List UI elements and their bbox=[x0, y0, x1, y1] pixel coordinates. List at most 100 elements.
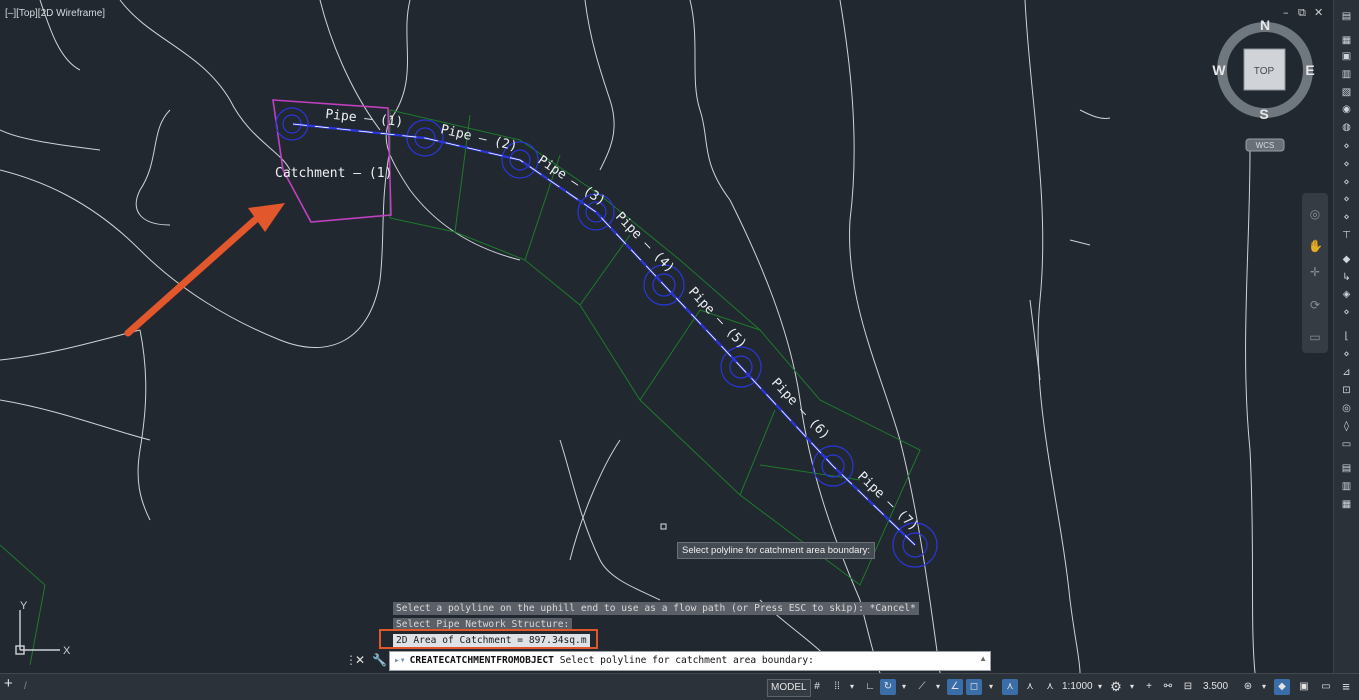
polar-icon[interactable]: ↻ bbox=[880, 679, 896, 695]
tool-icon[interactable]: ◈ bbox=[1340, 288, 1353, 301]
command-line[interactable]: ⋮ ✕ 🔧 ▸▾ CREATECATCHMENTFROMOBJECT Select… bbox=[345, 651, 991, 671]
steering-wheel-icon[interactable]: ◎ bbox=[1308, 207, 1322, 221]
lineweight-value[interactable]: 3.500 bbox=[1203, 679, 1228, 695]
add-icon[interactable]: + bbox=[1141, 679, 1157, 695]
tool-icon[interactable]: ⊡ bbox=[1340, 384, 1353, 397]
lineweight-icon[interactable]: ⊟ bbox=[1180, 679, 1196, 695]
ortho-icon[interactable]: ∟ bbox=[863, 679, 877, 695]
chevron-down-icon[interactable]: ▾ bbox=[847, 679, 857, 695]
annotation-scale-value[interactable]: 1:1000 bbox=[1062, 679, 1093, 695]
highlight-box bbox=[379, 629, 598, 649]
close-command-icon[interactable]: ✕ bbox=[355, 653, 365, 667]
close-icon[interactable]: ✕ bbox=[1314, 6, 1323, 19]
osnap-icon[interactable]: ◻ bbox=[966, 679, 982, 695]
status-bar: + / MODEL # ⁞⁞ ▾ ∟ ↻ ▾ ⟋ ▾ ∠ ◻ ▾ ⋏ ⋏ ⋏ 1… bbox=[0, 673, 1359, 700]
tool-icon[interactable]: ▧ bbox=[1340, 86, 1353, 99]
active-command-name: CREATECATCHMENTFROMOBJECT bbox=[409, 655, 554, 666]
history-toggle-icon[interactable]: ▲ bbox=[979, 654, 987, 663]
command-input[interactable]: ▸▾ CREATECATCHMENTFROMOBJECT Select polyl… bbox=[389, 651, 991, 671]
tool-icon[interactable]: ▭ bbox=[1340, 438, 1353, 451]
annotation-scale-icon[interactable]: ⋏ bbox=[1042, 679, 1058, 695]
clean-screen-icon[interactable]: ▭ bbox=[1318, 679, 1334, 695]
tool-icon[interactable]: ⋄ bbox=[1340, 348, 1353, 361]
chevron-down-icon[interactable]: ▾ bbox=[1095, 679, 1105, 695]
catchment-label: Catchment – (1) bbox=[275, 166, 392, 181]
viewcube-face-label: TOP bbox=[1254, 66, 1275, 77]
pipe-label-6: Pipe – (6) bbox=[768, 375, 832, 442]
drawing-canvas[interactable]: Pipe – (1) Pipe – (2) Pipe – (3) Pipe – … bbox=[0, 0, 1333, 673]
tool-icon[interactable]: ⌊ bbox=[1340, 330, 1353, 343]
snap-icon[interactable]: ⁞⁞ bbox=[830, 679, 844, 695]
grid-icon[interactable]: # bbox=[810, 679, 824, 695]
chevron-down-icon[interactable]: ▾ bbox=[1127, 679, 1137, 695]
contour-lines bbox=[0, 0, 1256, 673]
object-snap-tracking-icon[interactable]: ∠ bbox=[947, 679, 963, 695]
pipe-label-4: Pipe – (4) bbox=[612, 209, 677, 276]
workspace-icon[interactable]: ⊛ bbox=[1240, 679, 1256, 695]
right-tool-palette[interactable]: ▤ ▦ ▣ ▥ ▧ ◉ ◍ ⋄ ⋄ ⋄ ⋄ ⋄ ⊤ ◆ ↳ ◈ ⋄ ⌊ ⋄ ⊿ … bbox=[1333, 0, 1359, 673]
tool-icon[interactable]: ▤ bbox=[1340, 462, 1353, 475]
gear-icon[interactable]: ⚙ bbox=[1108, 679, 1124, 695]
drawing-viewport[interactable]: Pipe – (1) Pipe – (2) Pipe – (3) Pipe – … bbox=[0, 0, 1333, 673]
autoscale-icon[interactable]: ⋏ bbox=[1022, 679, 1038, 695]
tool-icon[interactable]: ⋄ bbox=[1340, 211, 1353, 224]
viewcube[interactable]: TOP N S E W WCS bbox=[1212, 17, 1315, 152]
chevron-down-icon[interactable]: ▾ bbox=[1259, 679, 1269, 695]
hamburger-icon[interactable]: ≡ bbox=[1338, 679, 1354, 695]
globe-icon[interactable]: ◉ bbox=[1340, 103, 1353, 116]
hardware-accel-icon[interactable]: ▣ bbox=[1296, 679, 1312, 695]
tool-icon[interactable]: ▤ bbox=[1340, 10, 1353, 23]
minimize-icon[interactable]: – bbox=[1283, 6, 1289, 19]
tool-icon[interactable]: ◊ bbox=[1340, 420, 1353, 433]
pipe-label-3: Pipe – (3) bbox=[535, 153, 608, 209]
pipe-label-7: Pipe – (7) bbox=[854, 469, 921, 534]
wcs-label: WCS bbox=[1256, 141, 1275, 150]
chevron-down-icon[interactable]: ▾ bbox=[986, 679, 996, 695]
isolate-objects-icon[interactable]: ◆ bbox=[1274, 679, 1290, 695]
orbit-icon[interactable]: ⟳ bbox=[1308, 298, 1322, 312]
isodraft-icon[interactable]: ⟋ bbox=[915, 679, 929, 695]
compass-south[interactable]: S bbox=[1259, 106, 1268, 122]
compass-east[interactable]: E bbox=[1305, 62, 1314, 78]
tool-icon[interactable]: ▥ bbox=[1340, 68, 1353, 81]
tool-icon[interactable]: ⊤ bbox=[1340, 229, 1353, 242]
tool-icon[interactable]: ◎ bbox=[1340, 402, 1353, 415]
tool-icon[interactable]: ◆ bbox=[1340, 253, 1353, 266]
tool-icon[interactable]: ⋄ bbox=[1340, 193, 1353, 206]
tool-icon[interactable]: ⋄ bbox=[1340, 140, 1353, 153]
viewport-controls-label[interactable]: [–][Top][2D Wireframe] bbox=[5, 8, 105, 19]
customize-wrench-icon[interactable]: 🔧 bbox=[372, 653, 387, 667]
compass-west[interactable]: W bbox=[1212, 62, 1226, 78]
compass-north[interactable]: N bbox=[1260, 17, 1270, 33]
ucs-y-label: Y bbox=[20, 600, 28, 612]
plus-icon[interactable]: + bbox=[4, 676, 13, 692]
tool-icon[interactable]: ⋄ bbox=[1340, 158, 1353, 171]
tool-icon[interactable]: ⊿ bbox=[1340, 366, 1353, 379]
restore-icon[interactable]: ⧉ bbox=[1298, 6, 1306, 20]
pickbox-cursor bbox=[660, 523, 667, 530]
showmotion-icon[interactable]: ▭ bbox=[1308, 330, 1322, 344]
pan-icon[interactable]: ✋ bbox=[1308, 239, 1323, 253]
ucs-x-label: X bbox=[63, 645, 71, 657]
chevron-down-icon[interactable]: ▾ bbox=[899, 679, 909, 695]
recent-commands-icon[interactable]: ▸▾ bbox=[390, 655, 410, 666]
tool-icon[interactable]: ↳ bbox=[1340, 271, 1353, 284]
globe-icon[interactable]: ◍ bbox=[1340, 121, 1353, 134]
model-space-button[interactable]: MODEL bbox=[767, 679, 811, 697]
ucs-icon bbox=[15, 610, 60, 655]
command-history-line: Select a polyline on the uphill end to u… bbox=[393, 602, 919, 615]
tool-icon[interactable]: ▥ bbox=[1340, 480, 1353, 493]
tool-icon[interactable]: ▦ bbox=[1340, 34, 1353, 47]
units-icon[interactable]: ⚯ bbox=[1160, 679, 1176, 695]
tool-icon[interactable]: ⋄ bbox=[1340, 176, 1353, 189]
layout-tab-separator: / bbox=[24, 681, 27, 692]
navigation-bar[interactable]: ◎ ✋ ✛ ⟳ ▭ bbox=[1302, 193, 1328, 353]
zoom-extents-icon[interactable]: ✛ bbox=[1308, 265, 1322, 279]
command-prompt: Select polyline for catchment area bound… bbox=[559, 655, 814, 666]
tool-icon[interactable]: ▣ bbox=[1340, 50, 1353, 63]
cursor-tooltip: Select polyline for catchment area bound… bbox=[677, 542, 875, 559]
annotation-visibility-icon[interactable]: ⋏ bbox=[1002, 679, 1018, 695]
tool-icon[interactable]: ⋄ bbox=[1340, 306, 1353, 319]
chevron-down-icon[interactable]: ▾ bbox=[933, 679, 943, 695]
tool-icon[interactable]: ▦ bbox=[1340, 498, 1353, 511]
